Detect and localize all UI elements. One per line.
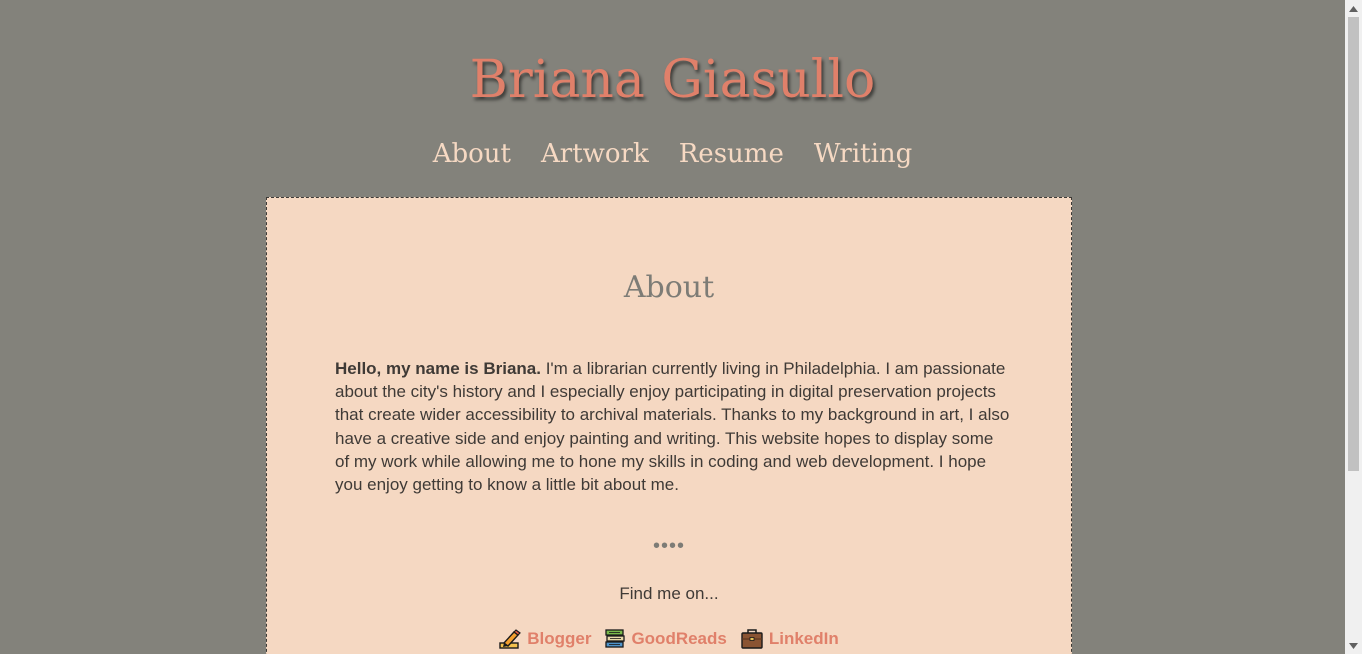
find-me-label: Find me on...: [619, 584, 719, 603]
nav-link-writing[interactable]: Writing: [814, 136, 912, 172]
intro-text: I'm a librarian currently living in Phil…: [335, 359, 1010, 495]
section-divider: ••••: [652, 535, 685, 557]
main-nav: About Artwork Resume Writing: [0, 136, 1345, 172]
blogger-link[interactable]: Blogger: [499, 627, 591, 651]
linkedin-label: LinkedIn: [768, 629, 839, 648]
nav-link-resume[interactable]: Resume: [679, 136, 784, 172]
panel-title: About: [623, 270, 715, 305]
about-panel: About Hello, my name is Briana. I'm a li…: [266, 197, 1072, 654]
goodreads-link[interactable]: GoodReads: [605, 627, 727, 651]
scroll-down-arrow-icon[interactable]: [1345, 637, 1362, 654]
books-icon: [605, 629, 626, 649]
intro-greeting: Hello, my name is Briana.: [335, 359, 541, 378]
briefcase-icon: [741, 629, 763, 649]
blogger-label: Blogger: [527, 629, 592, 648]
pencil-icon: [499, 629, 522, 649]
social-links: Blogger GoodReads LinkedIn: [267, 627, 1071, 651]
nav-link-about[interactable]: About: [433, 136, 511, 172]
linkedin-link[interactable]: LinkedIn: [741, 627, 839, 651]
scroll-up-arrow-icon[interactable]: [1345, 0, 1362, 17]
vertical-scrollbar[interactable]: [1345, 0, 1362, 654]
goodreads-label: GoodReads: [631, 629, 727, 648]
site-title: Briana Giasullo: [469, 50, 876, 110]
scrollbar-thumb[interactable]: [1348, 17, 1359, 471]
nav-link-artwork[interactable]: Artwork: [541, 136, 649, 172]
intro-paragraph: Hello, my name is Briana. I'm a libraria…: [335, 357, 1011, 496]
page: Briana Giasullo About Artwork Resume Wri…: [0, 0, 1345, 654]
